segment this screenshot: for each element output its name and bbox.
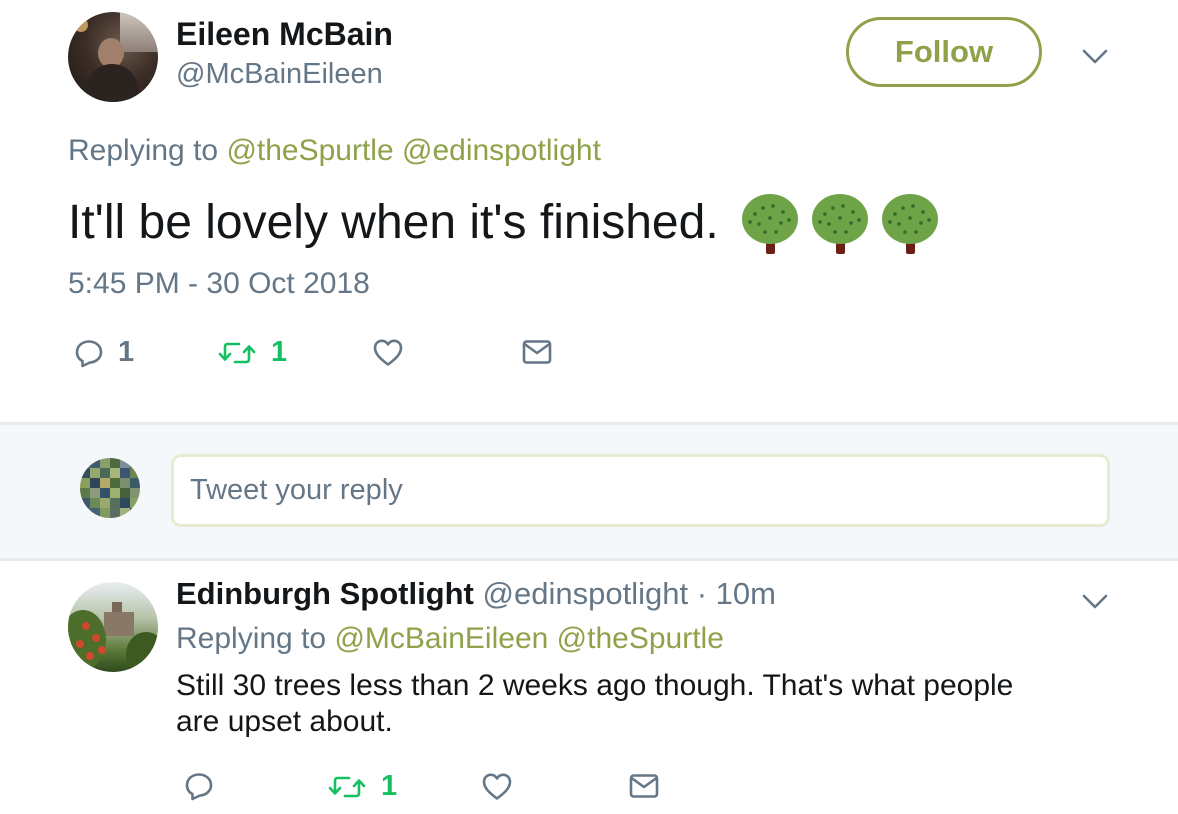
like-action[interactable] bbox=[372, 337, 404, 367]
like-icon[interactable] bbox=[481, 771, 513, 801]
tweet-body: It'll be lovely when it's finished. bbox=[68, 195, 719, 249]
direct-message-icon[interactable] bbox=[522, 339, 552, 365]
tree-emoji-icon bbox=[741, 194, 798, 254]
retweet-action[interactable]: 1 bbox=[217, 336, 287, 369]
direct-message-icon[interactable] bbox=[629, 773, 659, 799]
author-name[interactable]: Eileen McBain bbox=[176, 16, 393, 53]
separator-dot: · bbox=[696, 576, 708, 611]
reply-time[interactable]: 10m bbox=[716, 576, 776, 611]
mention-link[interactable]: @McBainEileen bbox=[334, 622, 548, 655]
retweet-action[interactable]: 1 bbox=[327, 770, 397, 803]
tweet-text: It'll be lovely when it's finished. bbox=[68, 188, 939, 256]
replying-to-label: Replying to bbox=[68, 134, 219, 167]
mention-link[interactable]: @theSpurtle bbox=[226, 134, 393, 167]
direct-message-action[interactable] bbox=[629, 773, 659, 799]
mention-link[interactable]: @edinspotlight bbox=[402, 134, 601, 167]
reply-input[interactable] bbox=[171, 454, 1110, 527]
tweet-timestamp[interactable]: 5:45 PM - 30 Oct 2018 bbox=[68, 267, 370, 301]
direct-message-action[interactable] bbox=[522, 339, 552, 365]
chevron-down-icon[interactable] bbox=[1082, 48, 1108, 66]
current-user-avatar[interactable] bbox=[80, 458, 140, 518]
reply-icon[interactable] bbox=[74, 338, 104, 368]
tree-emoji-icon bbox=[881, 194, 938, 254]
reply-icon[interactable] bbox=[184, 771, 214, 801]
retweet-icon[interactable] bbox=[217, 338, 257, 368]
author-handle[interactable]: @McBainEileen bbox=[176, 58, 383, 91]
reply-author-avatar[interactable] bbox=[68, 582, 158, 672]
reply-action[interactable] bbox=[184, 771, 214, 801]
divider bbox=[0, 558, 1178, 561]
tree-emoji-icon bbox=[811, 194, 868, 254]
reply-author-name[interactable]: Edinburgh Spotlight bbox=[176, 576, 474, 611]
reply-action[interactable]: 1 bbox=[74, 336, 134, 369]
retweet-icon[interactable] bbox=[327, 772, 367, 802]
chevron-down-icon[interactable] bbox=[1082, 593, 1108, 611]
replying-to-line: Replying to @McBainEileen @theSpurtle bbox=[176, 622, 724, 656]
tree-emoji-group bbox=[741, 192, 939, 256]
follow-button[interactable]: Follow bbox=[846, 17, 1042, 87]
like-action[interactable] bbox=[481, 771, 513, 801]
reply-header: Edinburgh Spotlight @edinspotlight · 10m bbox=[176, 576, 776, 612]
replying-to-label: Replying to bbox=[176, 622, 327, 655]
reply-tweet-text: Still 30 trees less than 2 weeks ago tho… bbox=[176, 669, 1014, 738]
replying-to-line: Replying to @theSpurtle @edinspotlight bbox=[68, 134, 601, 168]
reply-count: 1 bbox=[118, 336, 135, 368]
reply-author-handle[interactable]: @edinspotlight bbox=[483, 576, 689, 611]
retweet-count: 1 bbox=[271, 336, 288, 368]
retweet-count: 1 bbox=[381, 770, 398, 802]
like-icon[interactable] bbox=[372, 337, 404, 367]
author-avatar[interactable] bbox=[68, 12, 158, 102]
mention-link[interactable]: @theSpurtle bbox=[557, 622, 724, 655]
